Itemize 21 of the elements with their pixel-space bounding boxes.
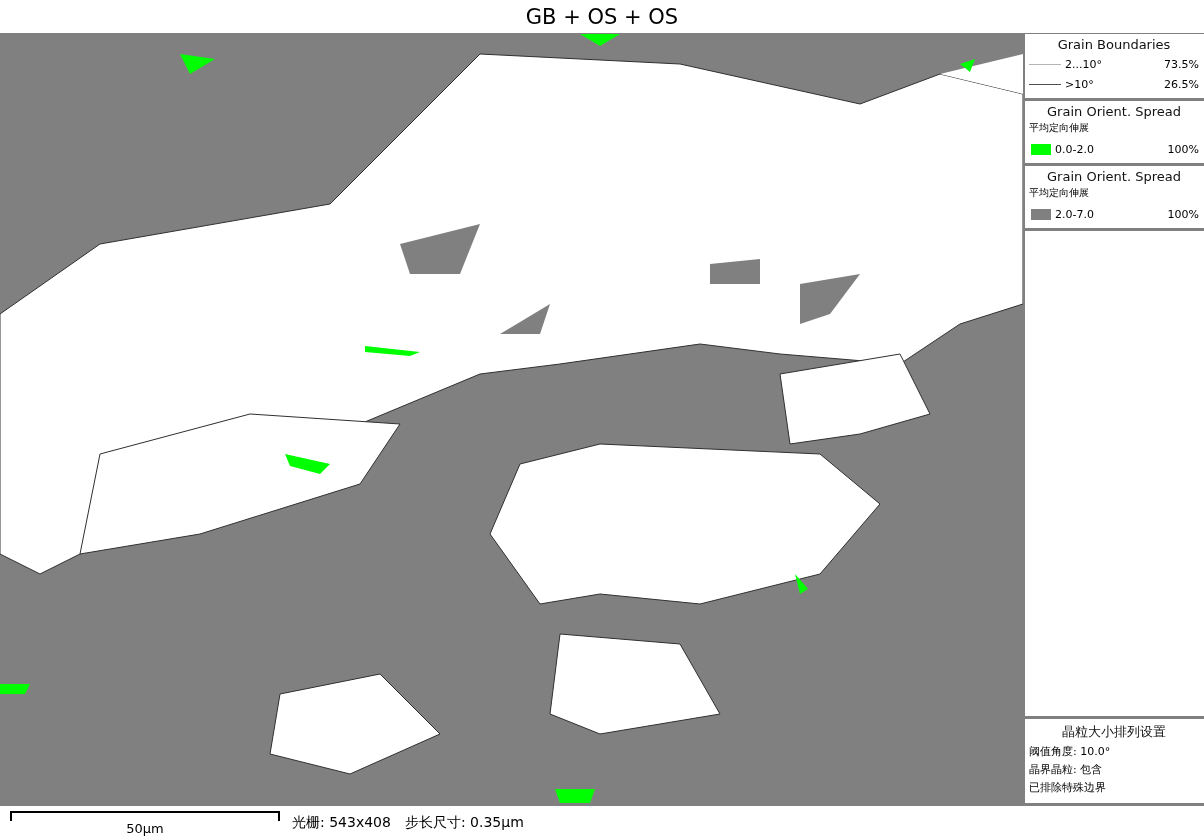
legend-value: 100% [1167, 142, 1199, 156]
map-title: GB + OS + OS [525, 4, 679, 29]
legend-value: 26.5% [1164, 77, 1199, 91]
legend-label: >10° [1065, 77, 1095, 91]
legend-title: Grain Boundaries [1056, 37, 1172, 52]
legend-title: Grain Orient. Spread [1046, 169, 1182, 184]
legend-value: 100% [1167, 207, 1199, 221]
legend-subtitle: 平均定向伸展 [1029, 186, 1090, 200]
info-text: 光栅: 543x408 [292, 813, 391, 832]
settings-text: 已排除特殊边界 [1029, 780, 1107, 795]
settings-text: 晶界晶粒: 包含 [1029, 762, 1104, 777]
settings-title: 晶粒大小排列设置 [1061, 723, 1167, 741]
legend-label: 0.0-2.0 [1055, 142, 1095, 156]
legend-value: 73.5% [1164, 57, 1199, 71]
info-text: 步长尺寸: 0.35μm [404, 813, 524, 832]
legend-label: 2.0-7.0 [1055, 207, 1095, 221]
scale-label: 50μm [125, 821, 165, 836]
legend-label: 2...10° [1065, 57, 1103, 71]
legend-subtitle: 平均定向伸展 [1029, 121, 1090, 135]
legend-title: Grain Orient. Spread [1046, 104, 1182, 119]
settings-text: 阈值角度: 10.0° [1029, 744, 1112, 759]
